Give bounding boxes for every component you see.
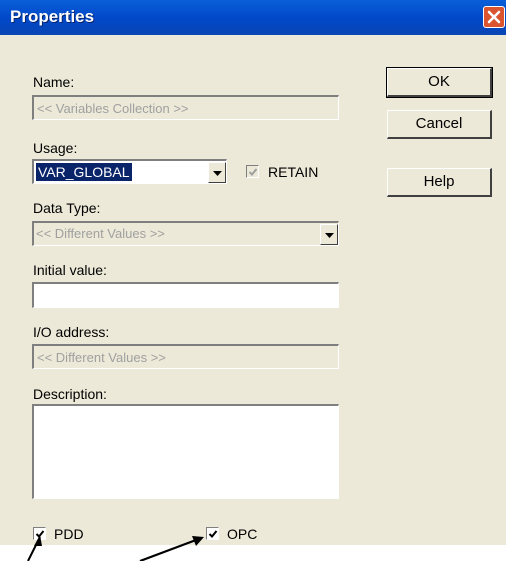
checkmark-icon [208, 530, 218, 538]
retain-label: RETAIN [268, 164, 319, 180]
name-label: Name: [33, 74, 75, 90]
cancel-button[interactable]: Cancel [387, 110, 492, 139]
data-type-select[interactable]: << Different Values >> [32, 221, 339, 246]
retain-checkbox[interactable] [246, 165, 259, 178]
data-type-label: Data Type: [33, 200, 101, 216]
pdd-label: PDD [54, 526, 84, 542]
usage-value: VAR_GLOBAL [36, 163, 132, 181]
io-address-label: I/O address: [33, 324, 110, 340]
checkmark-icon [35, 530, 45, 538]
usage-label: Usage: [33, 140, 78, 156]
close-button[interactable] [483, 6, 505, 28]
title-bar[interactable]: Properties [0, 0, 506, 35]
description-textarea[interactable] [32, 404, 339, 499]
io-address-field: << Different Values >> [32, 344, 339, 369]
chevron-down-icon [325, 233, 334, 238]
checkmark-icon [248, 168, 258, 176]
initial-value-label: Initial value: [33, 262, 107, 278]
close-icon [487, 10, 501, 24]
usage-dropdown-button[interactable] [208, 162, 226, 183]
data-type-dropdown-button[interactable] [320, 224, 338, 245]
initial-value-input[interactable] [32, 282, 339, 308]
description-label: Description: [33, 386, 107, 402]
ok-button[interactable]: OK [386, 67, 493, 98]
pdd-checkbox[interactable] [33, 527, 46, 540]
name-field: << Variables Collection >> [32, 95, 339, 120]
opc-label: OPC [227, 526, 258, 542]
io-address-value: << Different Values >> [37, 350, 166, 365]
usage-select[interactable]: VAR_GLOBAL [32, 159, 227, 184]
name-value: << Variables Collection >> [37, 101, 189, 116]
properties-dialog: Properties Name: << Variables Collection… [0, 0, 506, 545]
opc-checkbox[interactable] [206, 527, 219, 540]
dialog-title: Properties [10, 7, 95, 26]
data-type-value: << Different Values >> [36, 226, 165, 241]
chevron-down-icon [213, 171, 222, 176]
help-button[interactable]: Help [387, 168, 492, 197]
